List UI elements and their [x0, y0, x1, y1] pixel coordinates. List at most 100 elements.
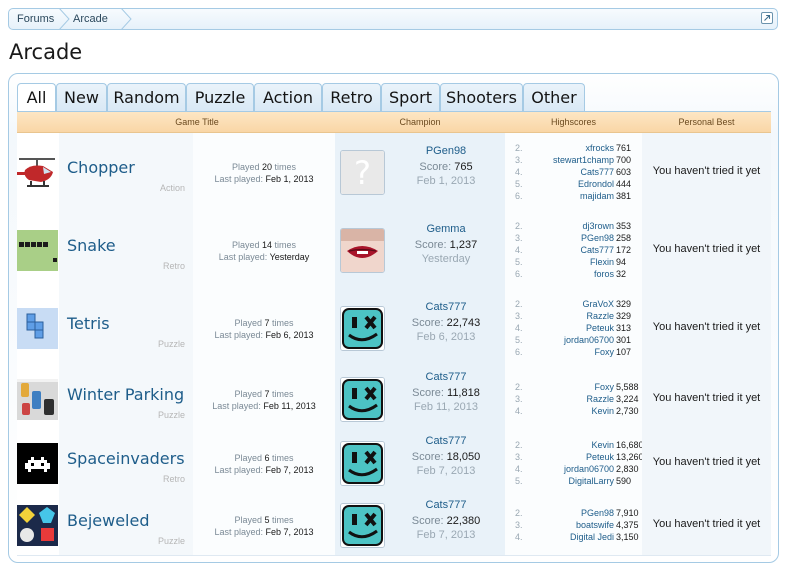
tab-other[interactable]: Other: [523, 83, 585, 112]
highscore-entry: 4. jordan06700 2,830: [505, 463, 642, 475]
table-row: Winter Parking Puzzle Played 7 times Las…: [17, 367, 771, 432]
last-played: Last played: Yesterday: [193, 252, 335, 262]
champion-score: Score: 22,380: [393, 515, 499, 527]
highscore-rank: 4.: [515, 464, 523, 474]
champion-cell: Cats777 Score: 22,380 Feb 7, 2013: [335, 495, 505, 555]
last-played-value: Feb 11, 2013: [263, 401, 316, 411]
highscore-player-link[interactable]: GraVoX: [582, 298, 614, 310]
champion-name-link[interactable]: PGen98: [393, 145, 499, 157]
highscore-player-link[interactable]: stewart1champ: [553, 154, 614, 166]
column-header-highscores[interactable]: Highscores: [505, 112, 642, 132]
last-played-prefix: Last played:: [214, 465, 263, 475]
highscore-player-link[interactable]: Edrondol: [578, 178, 614, 190]
tab-puzzle[interactable]: Puzzle: [186, 83, 254, 112]
game-title-link[interactable]: Snake: [67, 236, 116, 255]
highscore-player-link[interactable]: boatswife: [576, 519, 614, 531]
highscore-player-link[interactable]: Digital Jedi: [570, 531, 614, 543]
game-title-link[interactable]: Winter Parking: [67, 385, 184, 404]
tab-label: Shooters: [446, 88, 517, 107]
champion-date: Feb 6, 2013: [416, 331, 476, 343]
column-header-personal-best[interactable]: Personal Best: [642, 112, 771, 132]
highscore-player-link[interactable]: Razzle: [586, 310, 614, 322]
champion-name-link[interactable]: Cats777: [393, 499, 499, 511]
personal-best-text: You haven't tried it yet: [652, 518, 761, 530]
highscore-player-link[interactable]: dj3rown: [582, 220, 614, 232]
tab-new[interactable]: New: [56, 83, 107, 112]
game-thumbnail[interactable]: [17, 505, 58, 546]
highscore-player-link[interactable]: Kevin: [591, 439, 614, 451]
highscore-rank: 3.: [515, 155, 523, 165]
highscore-score: 2,830: [616, 464, 639, 474]
highscore-rank: 4.: [515, 167, 523, 177]
champion-date: Yesterday: [421, 253, 471, 265]
highscore-rank: 3.: [515, 520, 523, 530]
highscore-player-link[interactable]: PGen98: [581, 507, 614, 519]
champion-avatar[interactable]: [340, 441, 385, 486]
tab-all[interactable]: All: [17, 83, 56, 114]
highscore-player-link[interactable]: PGen98: [581, 232, 614, 244]
game-thumbnail[interactable]: [17, 443, 58, 484]
highscore-rank: 5.: [515, 179, 523, 189]
highscore-rank: 3.: [515, 452, 523, 462]
personal-best-text: You haven't tried it yet: [652, 392, 761, 404]
champion-avatar[interactable]: [340, 228, 385, 273]
champion-name-link[interactable]: Cats777: [393, 435, 499, 447]
champion-avatar[interactable]: [340, 377, 385, 422]
played-prefix: Played: [234, 515, 262, 525]
highscore-rank: 5.: [515, 257, 523, 267]
highscore-player-link[interactable]: foros: [594, 268, 614, 280]
champion-avatar[interactable]: ?: [340, 150, 385, 195]
tab-random[interactable]: Random: [107, 83, 186, 112]
champion-name-link[interactable]: Cats777: [393, 371, 499, 383]
game-thumbnail-cell: [17, 367, 59, 431]
game-title-link[interactable]: Spaceinvaders: [67, 449, 185, 468]
highscore-player-link[interactable]: DigitalLarry: [568, 475, 614, 487]
tab-shooters[interactable]: Shooters: [440, 83, 523, 112]
column-header-champion[interactable]: Champion: [335, 112, 505, 132]
personal-best-cell: You haven't tried it yet: [642, 431, 771, 495]
highscore-player-link[interactable]: jordan06700: [564, 463, 614, 475]
played-prefix: Played: [234, 453, 262, 463]
highscore-entry: 5. Flexin 94: [505, 256, 642, 268]
champion-avatar[interactable]: [340, 306, 385, 351]
highscore-player-link[interactable]: Cats777: [580, 166, 614, 178]
champion-score-value: 22,380: [446, 515, 481, 527]
highscore-entry: 2. xfrocks 761: [505, 142, 642, 154]
champion-name-link[interactable]: Cats777: [393, 301, 499, 313]
game-thumbnail[interactable]: [17, 230, 58, 271]
highscore-player-link[interactable]: Peteuk: [586, 322, 614, 334]
game-title-link[interactable]: Tetris: [67, 314, 110, 333]
highscore-player-link[interactable]: jordan06700: [564, 334, 614, 346]
highscore-player-link[interactable]: Kevin: [591, 405, 614, 417]
column-header-game-title[interactable]: Game Title: [59, 112, 335, 132]
highscore-player-link[interactable]: Peteuk: [586, 451, 614, 463]
personal-best-text: You haven't tried it yet: [652, 456, 761, 468]
jump-to-icon[interactable]: [761, 12, 773, 24]
highscore-score: 5,588: [616, 382, 639, 392]
champion-avatar[interactable]: [340, 503, 385, 548]
champion-name-link[interactable]: Gemma: [393, 223, 499, 235]
highscore-player-link[interactable]: Foxy: [594, 346, 614, 358]
played-suffix: times: [274, 240, 297, 250]
game-thumbnail[interactable]: [17, 379, 58, 420]
last-played-value: Yesterday: [269, 252, 310, 262]
highscore-entry: 3. Razzle 3,224: [505, 393, 642, 405]
game-title-link[interactable]: Chopper: [67, 158, 135, 177]
highscore-score: 16,680: [616, 440, 644, 450]
game-title-link[interactable]: Bejeweled: [67, 511, 149, 530]
game-thumbnail[interactable]: [17, 308, 58, 349]
highscore-rank: 4.: [515, 323, 523, 333]
highscore-player-link[interactable]: Flexin: [590, 256, 614, 268]
highscore-player-link[interactable]: Cats777: [580, 244, 614, 256]
champion-date: Feb 1, 2013: [416, 175, 476, 187]
game-thumbnail[interactable]: [17, 152, 58, 193]
highscore-player-link[interactable]: Razzle: [586, 393, 614, 405]
breadcrumb-label: Arcade: [73, 13, 108, 25]
highscore-player-link[interactable]: Foxy: [594, 381, 614, 393]
tab-sport[interactable]: Sport: [381, 83, 440, 112]
highscore-player-link[interactable]: xfrocks: [585, 142, 614, 154]
highscore-player-link[interactable]: majidam: [580, 190, 614, 202]
game-play-info-cell: Played 20 times Last played: Feb 1, 2013: [193, 133, 335, 211]
tab-retro[interactable]: Retro: [322, 83, 381, 112]
tab-action[interactable]: Action: [254, 83, 322, 112]
